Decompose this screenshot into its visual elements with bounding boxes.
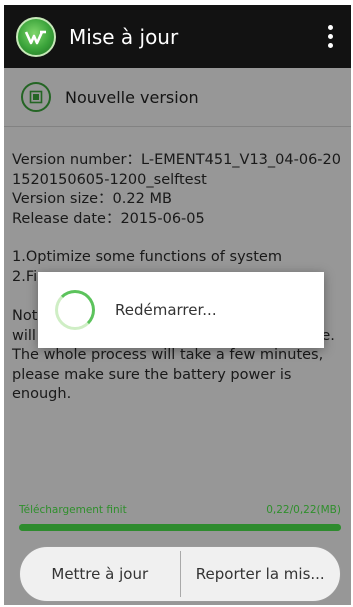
loading-spinner-icon [55, 290, 95, 330]
download-progress-fill [19, 524, 341, 531]
app-bar: Mise à jour [4, 5, 351, 68]
postpone-button[interactable]: Reporter la mis... [181, 547, 341, 601]
page-title: Mise à jour [69, 24, 179, 49]
restart-dialog: Redémarrer... [38, 272, 324, 348]
app-logo-icon [16, 16, 56, 57]
screen: Mise à jour Nouvelle version Version num… [4, 5, 351, 605]
logo-glyph [24, 30, 46, 44]
action-buttons: Mettre à jour Reporter la mis... [19, 546, 341, 602]
overflow-menu-icon[interactable] [317, 17, 343, 57]
dialog-message: Redémarrer... [115, 301, 217, 319]
progress-labels: Téléchargement finit 0,22/0,22(MB) [19, 504, 341, 516]
download-progress-bar [19, 524, 341, 531]
download-amount: 0,22/0,22(MB) [266, 504, 341, 516]
download-status: Téléchargement finit [19, 504, 127, 516]
update-button[interactable]: Mettre à jour [20, 547, 180, 601]
